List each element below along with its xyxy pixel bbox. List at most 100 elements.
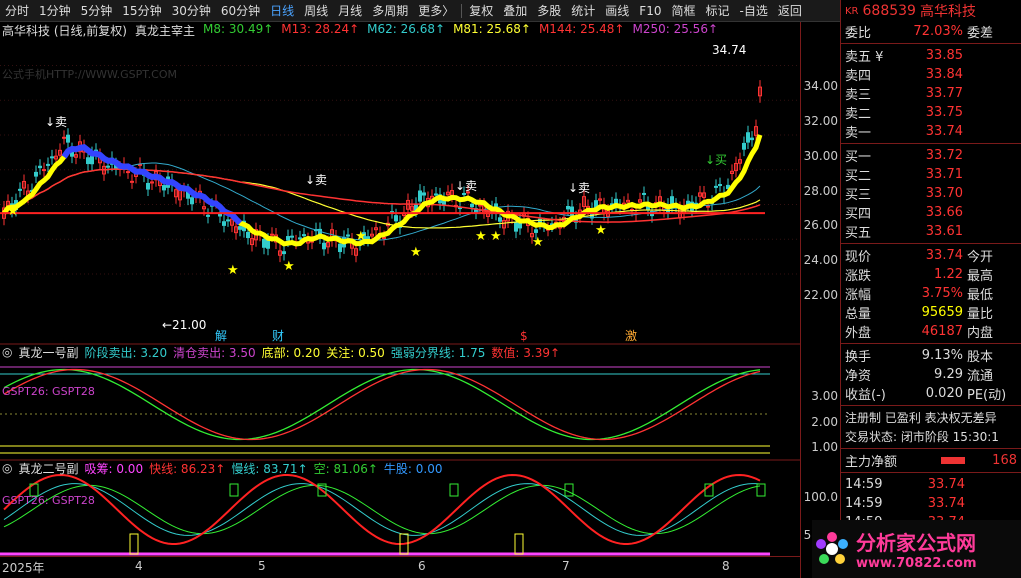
price-axis: 34.00 32.00 30.00 28.00 26.00 24.00 22.00 3.00 2… [800, 22, 840, 578]
stat-1-value: 1.22 [934, 267, 963, 282]
sell-level-3: 卖二 33.75 [841, 103, 1021, 122]
stat2-0-label: 换手 [845, 350, 872, 365]
date-tick-3: 6 [418, 559, 426, 573]
trend-band [2, 134, 763, 247]
p2-watermark: GSPT26: GSPT28 [2, 494, 95, 507]
price-tick-6: 22.00 [803, 287, 838, 302]
candle-body [222, 221, 226, 226]
tick-time: 14:59 [845, 477, 883, 492]
p2-params-1: 快线: 86.23↑ [149, 461, 226, 476]
candle-body [218, 213, 222, 217]
period-tab-4[interactable]: 30分钟 [167, 0, 216, 22]
period-tab-1[interactable]: 1分钟 [34, 0, 76, 22]
panel1-title[interactable]: 真龙一号副 [18, 344, 78, 361]
candle-body [86, 157, 90, 165]
period-tab-2[interactable]: 5分钟 [76, 0, 118, 22]
tool-button-3[interactable]: 统计 [566, 0, 600, 22]
panel1-title-row: ◎ 真龙一号副 阶段卖出: 3.20 清仓卖出: 3.50 底部: 0.20 关注: … [2, 344, 561, 361]
tool-button-9[interactable]: 返回 [773, 0, 807, 22]
period-tab-10[interactable]: 更多〉 [413, 0, 459, 22]
stat-0: 现价 33.74 今开 [841, 246, 1021, 265]
candle-body [238, 226, 242, 230]
sell-marker-1: ↓卖 [45, 115, 67, 129]
period-tab-8[interactable]: 月线 [333, 0, 367, 22]
stat-2-value: 3.75% [921, 286, 963, 301]
candle-body [282, 251, 286, 255]
stat-0-right: 今开 [967, 250, 994, 265]
p2-fast-line [3, 473, 761, 546]
sell-level-0-label: 卖五 ¥ [845, 50, 884, 65]
period-tab-3[interactable]: 15分钟 [117, 0, 166, 22]
candle-body [382, 236, 386, 239]
sell-level-3-value: 33.75 [925, 105, 963, 120]
tool-button-5[interactable]: F10 [634, 0, 666, 22]
p1-params-1: 清仓卖出: 3.50 [173, 345, 256, 360]
candle-body [190, 197, 194, 205]
stat2-2-value: 0.020 [925, 386, 963, 401]
tool-button-0[interactable]: 复权 [464, 0, 498, 22]
stat-0-label: 现价 [845, 250, 872, 265]
candle-body [270, 233, 274, 236]
price-tick-2: 30.00 [803, 148, 838, 163]
p2-params-2: 慢线: 83.71↑ [231, 461, 308, 476]
candle-body [422, 192, 426, 196]
p2-params-3: 空: 81.06↑ [313, 461, 378, 476]
star-5: ★ [475, 229, 487, 244]
kline-chart[interactable]: ↓卖 ↓卖 ↓卖 ↓卖 ↓买 34.74 ←21.00 解 财 $ 激 公式手机HTTP://WWW.… [0, 22, 800, 578]
candle-body [498, 217, 502, 222]
p1-line-red [3, 368, 761, 441]
period-tab-9[interactable]: 多周期 [367, 0, 413, 22]
p2-top-box-4 [564, 483, 574, 497]
buy-level-4-value: 33.61 [925, 224, 963, 239]
price-tick-0: 34.00 [803, 79, 838, 94]
tool-button-8[interactable]: -自选 [735, 0, 773, 22]
sell-level-2-value: 33.77 [925, 86, 963, 101]
date-tick-2: 5 [258, 559, 266, 573]
buy-level-1-label: 买二 [845, 169, 872, 184]
candle-body [418, 190, 422, 202]
trade-state-row: 交易状态: 闭市阶段 15:30:1 [845, 430, 999, 444]
stat-1: 涨跌 1.22 最高 [841, 265, 1021, 284]
tool-button-4[interactable]: 画线 [600, 0, 634, 22]
stat-4-value: 46187 [921, 324, 963, 339]
panel2-tick-0: 100.0 [803, 489, 838, 504]
s-marker: $ [520, 329, 528, 343]
stat-3: 总量 95659 量比 [841, 303, 1021, 322]
stat-4: 外盘 46187 内盘 [841, 322, 1021, 341]
stat-2: 涨幅 3.75% 最低 [841, 284, 1021, 303]
candle-body [346, 234, 350, 237]
sell-marker-3: ↓卖 [455, 179, 477, 193]
candle-body [266, 239, 270, 249]
watermark: 公式手机HTTP://WWW.GSPT.COM [2, 67, 177, 81]
period-tab-7[interactable]: 周线 [299, 0, 333, 22]
candle-body [50, 156, 54, 159]
stat2-2-label: 收益(-) [845, 388, 886, 403]
period-tab-6[interactable]: 日线 [265, 0, 299, 22]
candle-body [286, 236, 290, 241]
candle-body [162, 185, 166, 191]
candle-body [718, 184, 722, 187]
tool-button-7[interactable]: 标记 [700, 0, 734, 22]
tool-button-1[interactable]: 叠加 [498, 0, 532, 22]
sell-level-4: 卖一 33.74 [841, 122, 1021, 141]
p1-watermark: GSPT26: GSPT28 [2, 385, 95, 398]
buy-level-1: 买二 33.71 [841, 165, 1021, 184]
buy-level-3-value: 33.66 [925, 205, 963, 220]
weibi-row: 委比 72.03% 委差 [845, 24, 994, 41]
period-tab-5[interactable]: 60分钟 [216, 0, 265, 22]
panel2-title[interactable]: 真龙二号副 [18, 460, 78, 477]
period-tab-0[interactable]: 分时 [0, 0, 34, 22]
net-flow-row: 主力净额 168 [845, 453, 1017, 470]
tool-button-2[interactable]: 多股 [532, 0, 566, 22]
candle-body [514, 221, 518, 232]
stat-3-value: 95659 [921, 305, 963, 320]
buy-level-2-label: 买三 [845, 188, 872, 203]
date-tick-5: 8 [722, 559, 730, 573]
panel1-tick-2: 1.00 [811, 440, 838, 455]
candle-body [534, 229, 538, 233]
buy-level-0-value: 33.72 [925, 148, 963, 163]
price-tick-4: 26.00 [803, 218, 838, 233]
tool-button-6[interactable]: 简框 [666, 0, 700, 22]
buy-marker: ↓买 [705, 153, 727, 167]
candle-body [130, 180, 134, 183]
